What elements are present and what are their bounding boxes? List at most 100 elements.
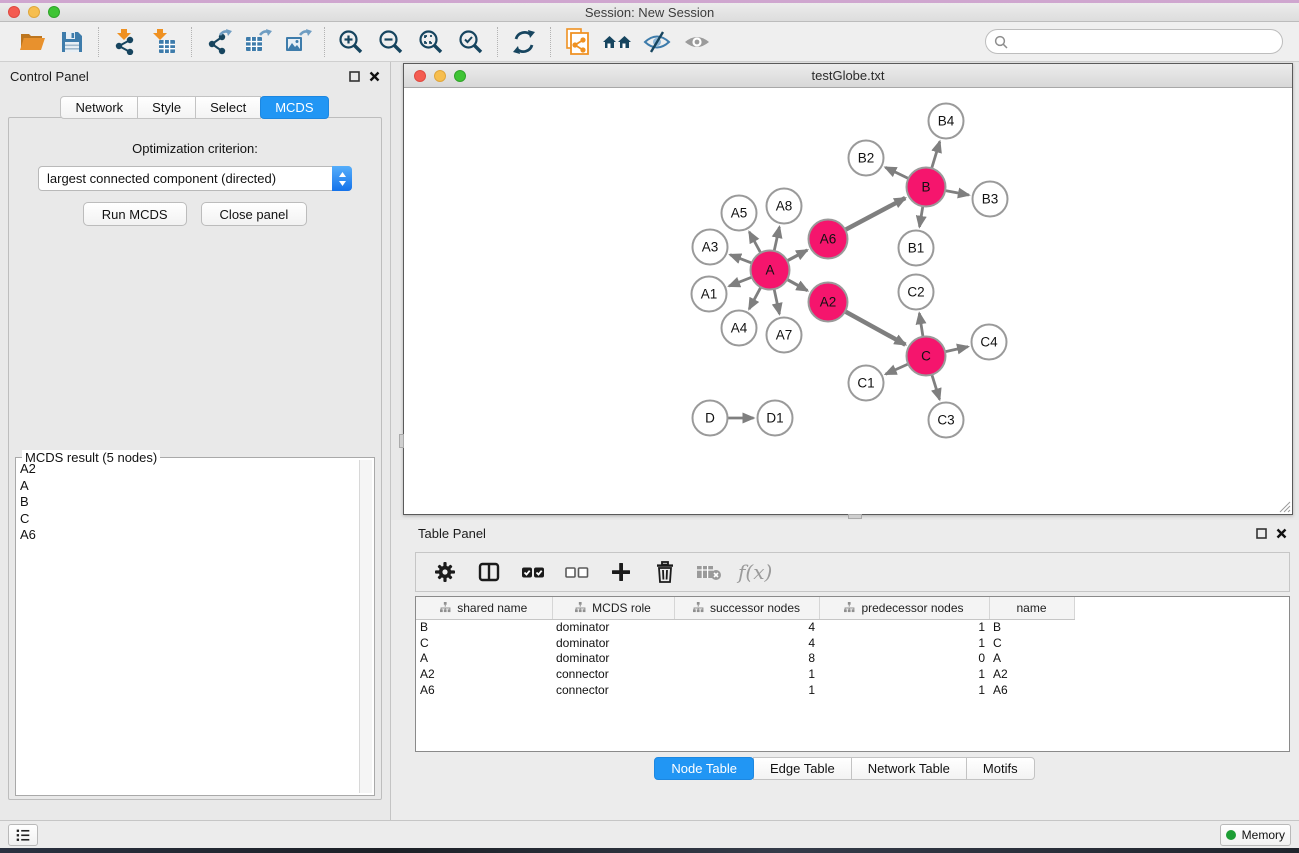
column-header-predecessor-nodes[interactable]: predecessor nodes xyxy=(819,597,989,619)
table-cell[interactable]: dominator xyxy=(552,619,674,635)
control-panel: Control Panel NetworkStyleSelectMCDS Opt… xyxy=(0,62,391,820)
table-row[interactable]: Cdominator41C xyxy=(416,635,1074,651)
graph-node-label: D1 xyxy=(766,411,783,426)
home-layout-button[interactable] xyxy=(599,26,635,58)
network-window-titlebar[interactable]: testGlobe.txt xyxy=(404,64,1292,88)
new-network-from-selection-button[interactable] xyxy=(559,26,595,58)
table-cell[interactable]: 4 xyxy=(674,619,819,635)
column-header-MCDS-role[interactable]: MCDS role xyxy=(552,597,674,619)
table-cell[interactable]: A6 xyxy=(416,682,552,698)
result-item[interactable]: C xyxy=(18,511,358,528)
export-table-button[interactable] xyxy=(240,26,276,58)
table-cell[interactable]: A xyxy=(989,650,1074,666)
tab-style[interactable]: Style xyxy=(137,96,196,119)
table-cell[interactable]: dominator xyxy=(552,650,674,666)
result-item[interactable]: A6 xyxy=(18,527,358,544)
float-panel-icon[interactable] xyxy=(349,71,360,82)
open-session-button[interactable] xyxy=(14,26,50,58)
search-input[interactable] xyxy=(1013,34,1274,49)
import-network-button[interactable] xyxy=(107,26,143,58)
result-scrollbar[interactable] xyxy=(359,460,372,793)
table-cell[interactable]: B xyxy=(989,619,1074,635)
column-visibility-icon xyxy=(477,560,501,584)
zoom-in-button[interactable] xyxy=(333,26,369,58)
table-cell[interactable]: 1 xyxy=(819,682,989,698)
table-cell[interactable]: A2 xyxy=(989,666,1074,682)
save-session-button[interactable] xyxy=(54,26,90,58)
table-cell[interactable]: 1 xyxy=(819,666,989,682)
show-details-button[interactable] xyxy=(679,26,715,58)
tab-network[interactable]: Network xyxy=(60,96,138,119)
window-resize-grip[interactable] xyxy=(1277,499,1291,513)
table-row[interactable]: A6connector11A6 xyxy=(416,682,1074,698)
zoom-selected-button[interactable] xyxy=(453,26,489,58)
memory-button[interactable]: Memory xyxy=(1220,824,1291,846)
delete-table-button[interactable] xyxy=(694,558,724,586)
table-cell[interactable]: 1 xyxy=(674,682,819,698)
close-panel-button[interactable]: Close panel xyxy=(201,202,308,226)
tab-motifs[interactable]: Motifs xyxy=(966,757,1035,780)
close-table-panel-icon[interactable] xyxy=(1276,528,1287,539)
table-cell[interactable]: C xyxy=(989,635,1074,651)
tab-edge-table[interactable]: Edge Table xyxy=(753,757,852,780)
criterion-value: largest connected component (directed) xyxy=(47,171,276,186)
tab-mcds[interactable]: MCDS xyxy=(260,96,328,119)
deselect-all-icon xyxy=(564,560,590,584)
add-column-button[interactable] xyxy=(606,558,636,586)
task-history-button[interactable] xyxy=(8,824,38,846)
table-cell[interactable]: dominator xyxy=(552,635,674,651)
table-cell[interactable]: A2 xyxy=(416,666,552,682)
table-cell[interactable]: 8 xyxy=(674,650,819,666)
tab-select[interactable]: Select xyxy=(195,96,261,119)
column-label: predecessor nodes xyxy=(861,601,963,615)
export-network-button[interactable] xyxy=(200,26,236,58)
column-visibility-button[interactable] xyxy=(474,558,504,586)
graph-node-label: B3 xyxy=(982,192,999,207)
function-builder-button[interactable]: f(x) xyxy=(738,560,772,584)
column-header-shared-name[interactable]: shared name xyxy=(416,597,552,619)
result-item[interactable]: B xyxy=(18,494,358,511)
network-canvas[interactable]: AA1A2A3A4A5A6A7A8BB1B2B3B4CC1C2C3C4DD1 xyxy=(404,88,1292,514)
table-cell[interactable]: connector xyxy=(552,666,674,682)
table-row[interactable]: Bdominator41B xyxy=(416,619,1074,635)
tab-network-table[interactable]: Network Table xyxy=(851,757,967,780)
result-item[interactable]: A xyxy=(18,478,358,495)
export-image-button[interactable] xyxy=(280,26,316,58)
column-header-name[interactable]: name xyxy=(989,597,1074,619)
criterion-select[interactable]: largest connected component (directed) xyxy=(38,166,352,191)
table-cell[interactable]: 1 xyxy=(674,666,819,682)
close-panel-icon[interactable] xyxy=(369,71,380,82)
deselect-all-button[interactable] xyxy=(562,558,592,586)
float-table-panel-icon[interactable] xyxy=(1256,528,1267,539)
add-column-icon xyxy=(609,560,633,584)
table-cell[interactable]: A6 xyxy=(989,682,1074,698)
hide-panels-button[interactable] xyxy=(639,26,675,58)
zoom-out-button[interactable] xyxy=(373,26,409,58)
table-cell[interactable]: connector xyxy=(552,682,674,698)
result-item[interactable]: A2 xyxy=(18,461,358,478)
node-table[interactable]: shared nameMCDS rolesuccessor nodes prede… xyxy=(415,596,1290,752)
table-cell[interactable]: A xyxy=(416,650,552,666)
column-header-successor-nodes[interactable]: successor nodes xyxy=(674,597,819,619)
graph-node-label: B4 xyxy=(938,114,955,129)
tab-node-table[interactable]: Node Table xyxy=(654,757,754,780)
network-search-field[interactable] xyxy=(985,29,1283,54)
run-mcds-button[interactable]: Run MCDS xyxy=(83,202,187,226)
table-cell[interactable]: 1 xyxy=(819,635,989,651)
control-panel-title: Control Panel xyxy=(10,69,89,84)
table-cell[interactable]: B xyxy=(416,619,552,635)
delete-column-button[interactable] xyxy=(650,558,680,586)
table-settings-button[interactable] xyxy=(430,558,460,586)
vertical-splitter-handle[interactable] xyxy=(848,514,862,519)
table-cell[interactable]: 0 xyxy=(819,650,989,666)
table-cell[interactable]: 1 xyxy=(819,619,989,635)
horizontal-splitter-handle[interactable] xyxy=(399,434,404,448)
table-cell[interactable]: C xyxy=(416,635,552,651)
table-row[interactable]: A2connector11A2 xyxy=(416,666,1074,682)
refresh-button[interactable] xyxy=(506,26,542,58)
table-cell[interactable]: 4 xyxy=(674,635,819,651)
table-row[interactable]: Adominator80A xyxy=(416,650,1074,666)
select-all-button[interactable] xyxy=(518,558,548,586)
zoom-fit-button[interactable] xyxy=(413,26,449,58)
import-table-button[interactable] xyxy=(147,26,183,58)
